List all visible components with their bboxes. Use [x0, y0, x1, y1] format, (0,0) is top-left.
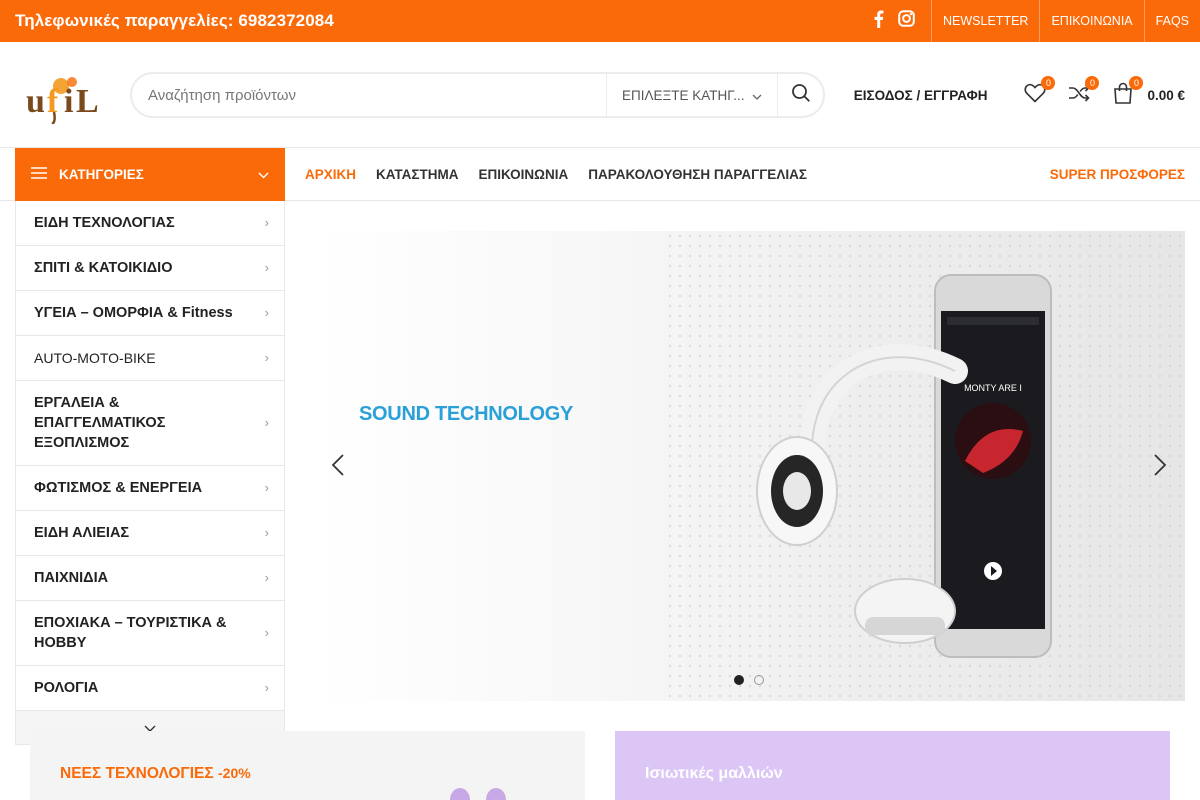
- header-actions: ΕΙΣΟΔΟΣ / ΕΓΓΡΑΦΗ 0 0 0 0.00 €: [854, 72, 1185, 118]
- promo-title: Ισιωτικές μαλλιών: [645, 765, 783, 782]
- category-item[interactable]: ΕΙΔΗ ΑΛΙΕΙΑΣ ›: [16, 511, 284, 556]
- faqs-link[interactable]: FAQS: [1143, 0, 1200, 42]
- search-icon: [791, 83, 811, 108]
- category-label: ΣΠΙΤΙ & ΚΑΤΟΙΚΙΔΙΟ: [34, 260, 173, 276]
- promo-title: ΝΕΕΣ ΤΕΧΝΟΛΟΓΙΕΣ -20%: [60, 765, 251, 783]
- chevron-right-icon: ›: [264, 625, 269, 640]
- category-label: AUTO-MOTO-BIKE: [34, 350, 156, 366]
- main-menu: ΑΡΧΙΚΗ ΚΑΤΑΣΤΗΜΑ ΕΠΙΚΟΙΝΩΝΙΑ ΠΑΡΑΚΟΛΟΥΘΗ…: [305, 148, 807, 201]
- category-label: ΦΩΤΙΣΜΟΣ & ΕΝΕΡΓΕΙΑ: [34, 480, 203, 496]
- chevron-right-icon: ›: [264, 215, 269, 230]
- search-button[interactable]: [777, 74, 823, 116]
- category-item[interactable]: ΕΠΟΧΙΑΚΑ – ΤΟΥΡΙΣΤΙΚΑ & HOBBY ›: [16, 601, 284, 666]
- top-bar-right: NEWSLETTER ΕΠΙΚΟΙΝΩΝΙΑ FAQS: [873, 0, 1200, 42]
- menu-item-home[interactable]: ΑΡΧΙΚΗ: [305, 167, 356, 182]
- category-label: ΕΡΓΑΛΕΙΑ & ΕΠΑΓΓΕΛΜΑΤΙΚΟΣ ΕΞΟΠΛΙΣΜΟΣ: [34, 395, 166, 451]
- phone-order-text[interactable]: Τηλεφωνικές παραγγελίες: 6982372084: [0, 11, 334, 31]
- cart-button[interactable]: 0: [1109, 76, 1144, 109]
- slider-next-button[interactable]: [1153, 453, 1167, 482]
- categories-label: ΚΑΤΗΓΟΡΙΕΣ: [59, 167, 144, 182]
- category-label: ΕΙΔΗ ΤΕΧΝΟΛΟΓΙΑΣ: [34, 215, 175, 231]
- chevron-right-icon: ›: [264, 415, 269, 430]
- social-links: [873, 10, 931, 33]
- contact-link[interactable]: ΕΠΙΚΟΙΝΩΝΙΑ: [1039, 0, 1143, 42]
- chevron-right-icon: ›: [264, 305, 269, 320]
- category-item[interactable]: ΥΓΕΙΑ – ΟΜΟΡΦΙΑ & Fitness ›: [16, 291, 284, 336]
- search-bar: ΕΠΙΛΕΞΤΕ ΚΑΤΗΓ...: [130, 72, 825, 118]
- menu-item-shop[interactable]: ΚΑΤΑΣΤΗΜΑ: [376, 167, 458, 182]
- svg-text:L: L: [76, 83, 99, 120]
- phone-screen-title: MONTY ARE I: [964, 383, 1022, 393]
- header: u f i L ΕΠΙΛΕΞΤΕ ΚΑΤΗΓ... ΕΙΣΟΔΟΣ / ΕΓΓΡ…: [0, 42, 1200, 148]
- slider-prev-button[interactable]: [331, 453, 345, 482]
- svg-text:u: u: [26, 83, 45, 120]
- svg-text:i: i: [64, 83, 73, 120]
- slide-title: SOUND TECHNOLOGY: [359, 403, 574, 425]
- chevron-right-icon: ›: [264, 525, 269, 540]
- slider-dot-2[interactable]: [754, 675, 764, 685]
- category-label: ΕΠΟΧΙΑΚΑ – ΤΟΥΡΙΣΤΙΚΑ & HOBBY: [34, 615, 227, 651]
- category-select-label: ΕΠΙΛΕΞΤΕ ΚΑΤΗΓ...: [622, 87, 745, 103]
- categories-toggle-button[interactable]: ΚΑΤΗΓΟΡΙΕΣ: [15, 148, 285, 201]
- category-item[interactable]: ΕΙΔΗ ΤΕΧΝΟΛΟΓΙΑΣ ›: [16, 201, 284, 246]
- instagram-icon[interactable]: [898, 10, 915, 32]
- svg-text:f: f: [47, 83, 59, 120]
- promo-banner-new-tech[interactable]: ΝΕΕΣ ΤΕΧΝΟΛΟΓΙΕΣ -20%: [30, 731, 585, 800]
- slider-pagination: [734, 675, 764, 685]
- category-label: ΕΙΔΗ ΑΛΙΕΙΑΣ: [34, 525, 130, 541]
- category-item[interactable]: ΕΡΓΑΛΕΙΑ & ΕΠΑΓΓΕΛΜΑΤΙΚΟΣ ΕΞΟΠΛΙΣΜΟΣ ›: [16, 381, 284, 466]
- wishlist-count-badge: 0: [1041, 76, 1056, 90]
- category-label: ΠΑΙΧΝΙΔΙΑ: [34, 570, 109, 586]
- facebook-icon[interactable]: [873, 10, 884, 33]
- compare-button[interactable]: 0: [1065, 76, 1100, 109]
- promo-discount: -20%: [218, 765, 251, 781]
- chevron-right-icon: ›: [264, 350, 269, 365]
- category-item[interactable]: AUTO-MOTO-BIKE ›: [16, 336, 284, 381]
- chevron-right-icon: ›: [264, 260, 269, 275]
- chevron-right-icon: [1153, 454, 1167, 481]
- category-label: ΡΟΛΟΓΙΑ: [34, 680, 99, 696]
- chevron-right-icon: ›: [264, 680, 269, 695]
- chevron-right-icon: ›: [264, 480, 269, 495]
- search-input[interactable]: [132, 74, 606, 116]
- newsletter-link[interactable]: NEWSLETTER: [931, 0, 1039, 42]
- category-item[interactable]: ΠΑΙΧΝΙΔΙΑ ›: [16, 556, 284, 601]
- compare-count-badge: 0: [1085, 76, 1100, 90]
- top-bar: Τηλεφωνικές παραγγελίες: 6982372084 NEWS…: [0, 0, 1200, 42]
- site-logo[interactable]: u f i L: [24, 68, 104, 126]
- category-item[interactable]: ΣΠΙΤΙ & ΚΑΤΟΙΚΙΔΙΟ ›: [16, 246, 284, 291]
- category-select[interactable]: ΕΠΙΛΕΞΤΕ ΚΑΤΗΓ...: [606, 74, 777, 116]
- cart-count-badge: 0: [1129, 76, 1144, 90]
- login-register-link[interactable]: ΕΙΣΟΔΟΣ / ΕΓΓΡΑΦΗ: [854, 88, 988, 103]
- slide-product-image: MONTY ARE I: [756, 274, 1052, 658]
- category-item[interactable]: ΦΩΤΙΣΜΟΣ & ΕΝΕΡΓΕΙΑ ›: [16, 466, 284, 511]
- menu-item-contact[interactable]: ΕΠΙΚΟΙΝΩΝΙΑ: [478, 167, 568, 182]
- menu-item-order-tracking[interactable]: ΠΑΡΑΚΟΛΟΥΘΗΣΗ ΠΑΡΑΓΓΕΛΙΑΣ: [588, 167, 807, 182]
- promo-banner-hair-straighteners[interactable]: Ισιωτικές μαλλιών: [615, 731, 1170, 800]
- chevron-down-icon: [752, 88, 762, 103]
- cart-total[interactable]: 0.00 €: [1147, 88, 1185, 103]
- super-offers-link[interactable]: SUPER ΠΡΟΣΦΟΡΕΣ: [1050, 148, 1185, 201]
- hero-slider: SOUND TECHNOLOGY MONTY ARE I: [315, 231, 1185, 701]
- category-list: ΕΙΔΗ ΤΕΧΝΟΛΟΓΙΑΣ › ΣΠΙΤΙ & ΚΑΤΟΙΚΙΔΙΟ › …: [15, 201, 285, 745]
- category-label: ΥΓΕΙΑ – ΟΜΟΡΦΙΑ & Fitness: [34, 305, 233, 321]
- promo-title-text: ΝΕΕΣ ΤΕΧΝΟΛΟΓΙΕΣ: [60, 765, 214, 782]
- headphones-image: [450, 788, 506, 800]
- hamburger-icon: [31, 167, 47, 182]
- chevron-down-icon: [258, 167, 269, 182]
- chevron-left-icon: [331, 454, 345, 481]
- slider-dot-1[interactable]: [734, 675, 744, 685]
- main-nav: ΚΑΤΗΓΟΡΙΕΣ ΑΡΧΙΚΗ ΚΑΤΑΣΤΗΜΑ ΕΠΙΚΟΙΝΩΝΙΑ …: [0, 148, 1200, 201]
- category-item[interactable]: ΡΟΛΟΓΙΑ ›: [16, 666, 284, 711]
- chevron-right-icon: ›: [264, 570, 269, 585]
- wishlist-button[interactable]: 0: [1021, 76, 1056, 109]
